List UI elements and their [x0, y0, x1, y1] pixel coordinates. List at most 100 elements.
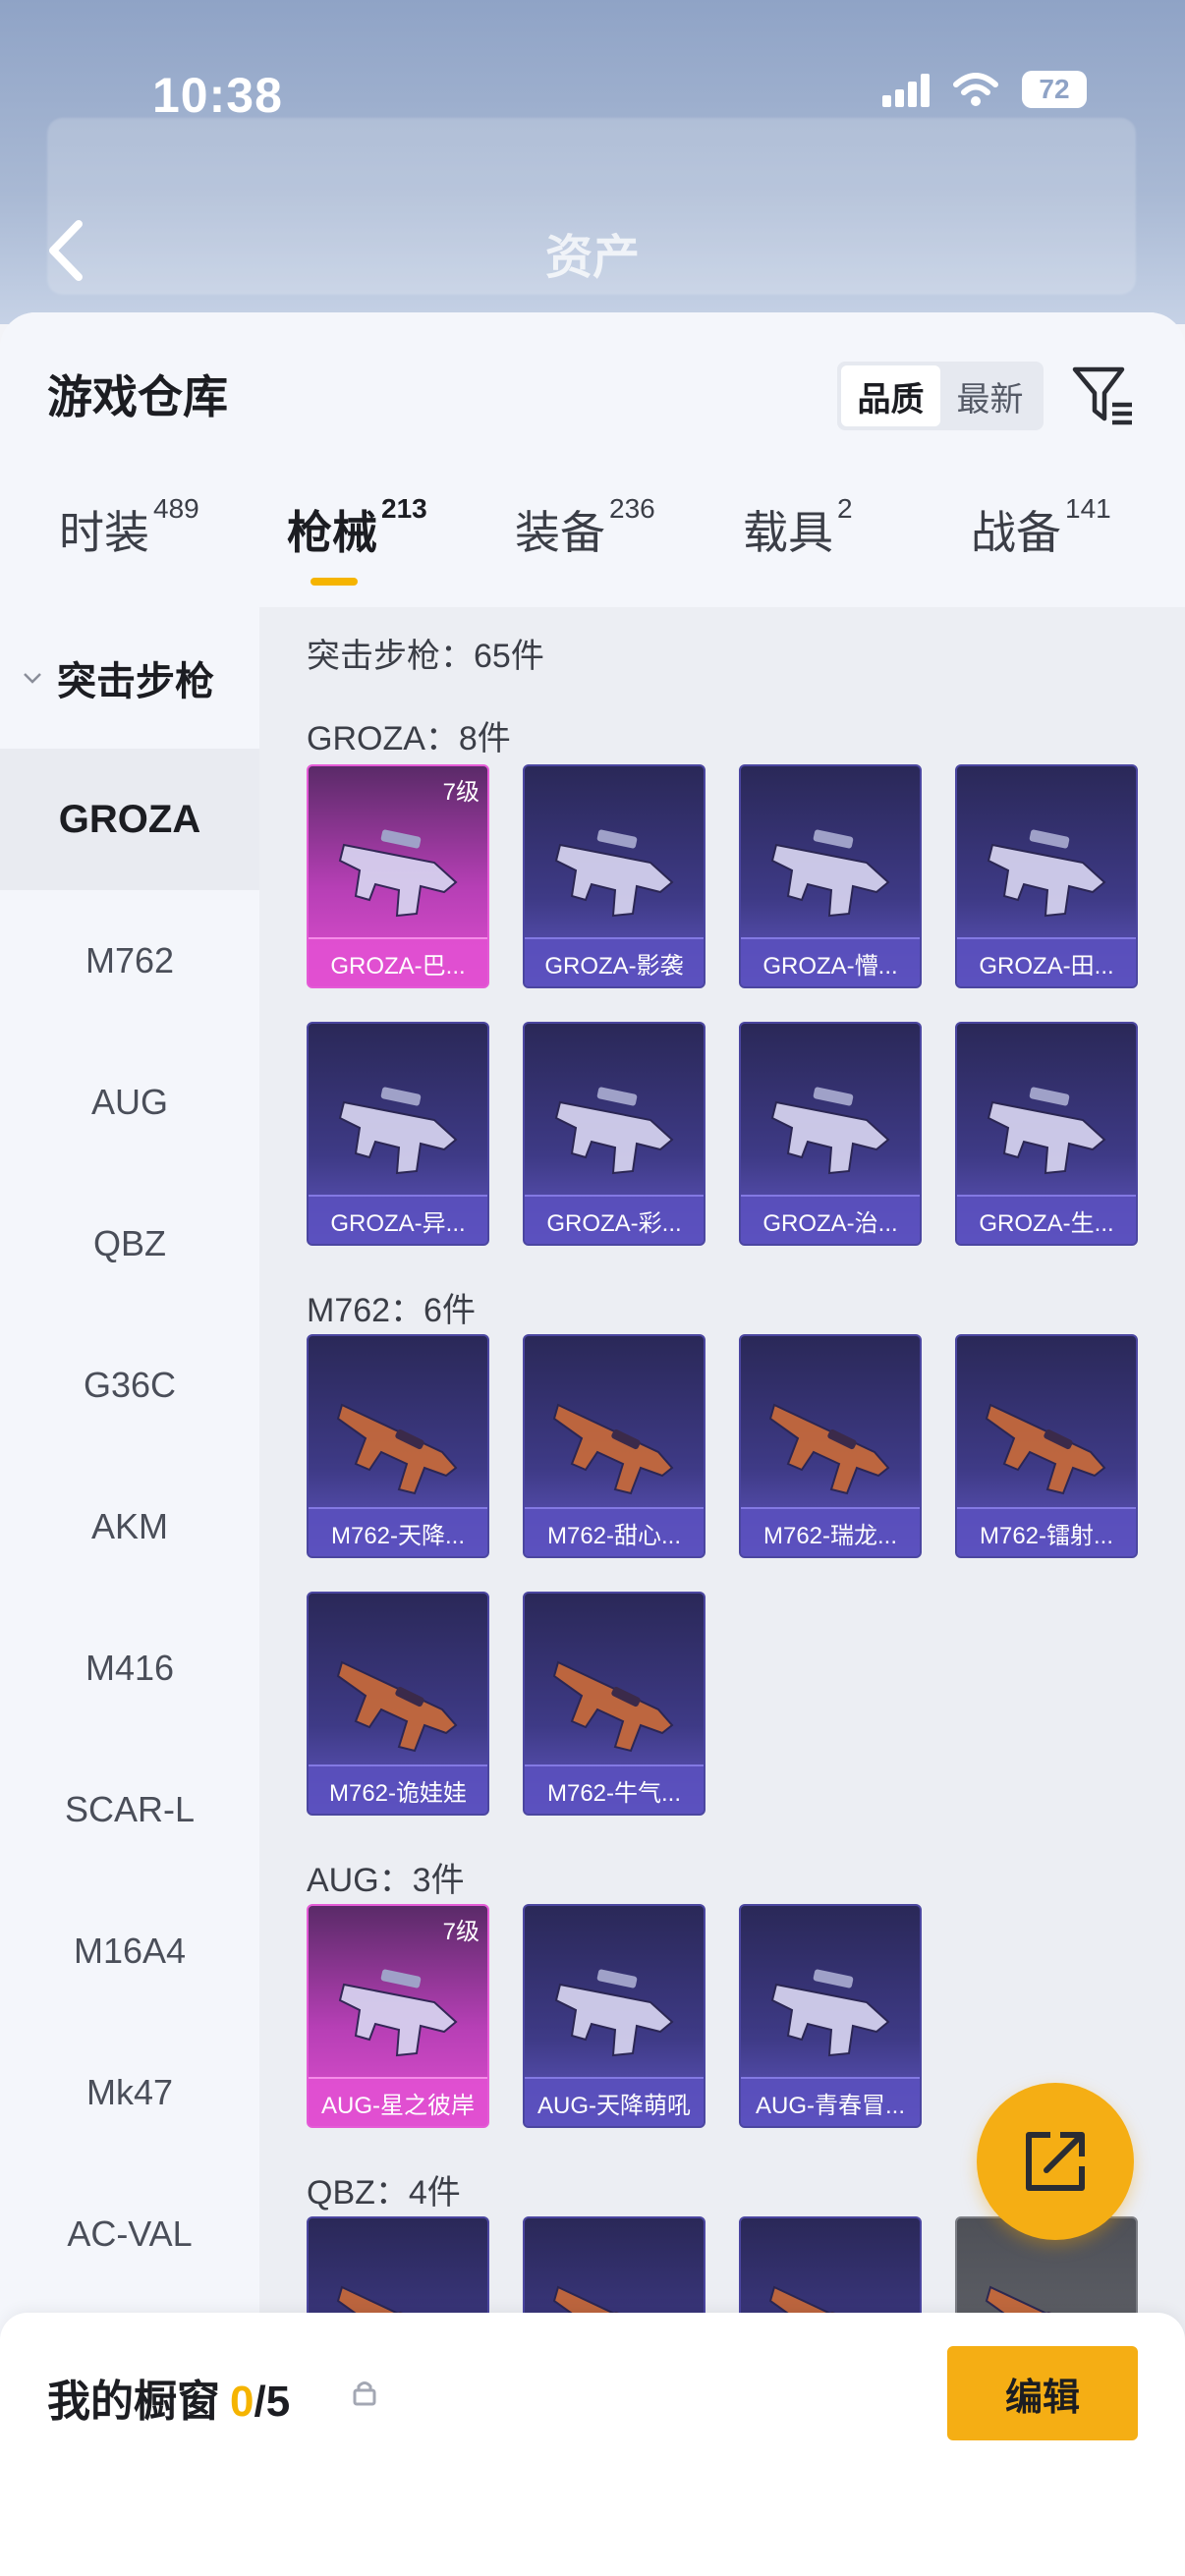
category-rail: 突击步枪 GROZA M762 AUG QBZ G36C AKM M416 SC… — [0, 607, 259, 2376]
gun-skin-icon — [771, 1967, 889, 2056]
item-name: AUG-天降萌吼 — [525, 2077, 704, 2126]
gun-skin-icon — [339, 1967, 457, 2056]
item-card[interactable]: GROZA-彩... — [523, 1022, 705, 1246]
item-card[interactable]: GROZA-异... — [307, 1022, 489, 1246]
tab-supplies[interactable]: 战备 141 — [971, 493, 1111, 562]
item-name: AUG-青春冒... — [741, 2077, 920, 2126]
item-name: M762-瑞龙... — [741, 1507, 920, 1556]
rail-item-mk47[interactable]: Mk47 — [0, 2022, 259, 2163]
tab-vehicles[interactable]: 载具 2 — [743, 493, 853, 562]
rail-item-akm[interactable]: AKM — [0, 1456, 259, 1597]
category-tabs: 时装 489 枪械 213 装备 236 载具 2 战备 141 — [0, 493, 1185, 605]
battery-indicator: 72 — [1022, 71, 1087, 108]
item-name: AUG-星之彼岸 — [309, 2077, 487, 2126]
gun-skin-icon — [337, 1661, 457, 1752]
item-name: GROZA-生... — [957, 1195, 1136, 1244]
rail-item-m16a4[interactable]: M16A4 — [0, 1880, 259, 2022]
gun-skin-icon — [988, 827, 1105, 917]
status-icons: 72 — [882, 71, 1087, 108]
gun-skin-icon — [337, 1404, 457, 1494]
category-summary: 突击步枪：65件 — [307, 638, 544, 675]
item-name: GROZA-田... — [957, 937, 1136, 986]
gun-skin-icon — [553, 1661, 673, 1752]
tab-guns[interactable]: 枪械 213 — [287, 493, 427, 562]
item-card[interactable]: AUG-青春冒... — [739, 1904, 922, 2128]
asset-header-background: 10:38 72 资产 — [0, 0, 1185, 324]
rail-item-scar-l[interactable]: SCAR-L — [0, 1739, 259, 1880]
gun-skin-icon — [555, 827, 673, 917]
warehouse-title: 游戏仓库 — [47, 371, 228, 422]
gun-skin-icon — [986, 1404, 1105, 1494]
rail-item-ac-val[interactable]: AC-VAL — [0, 2163, 259, 2305]
rail-item-aug[interactable]: AUG — [0, 1032, 259, 1173]
item-name: GROZA-异... — [309, 1195, 487, 1244]
item-name: M762-牛气... — [525, 1764, 704, 1814]
active-tab-indicator — [310, 578, 358, 586]
item-card[interactable]: M762-镭射... — [955, 1334, 1138, 1558]
gun-skin-icon — [769, 1404, 889, 1494]
item-card[interactable]: 7级 GROZA-巴... — [307, 764, 489, 988]
lock-icon — [353, 2381, 376, 2406]
item-card[interactable]: AUG-天降萌吼 — [523, 1904, 705, 2128]
page-title: 资产 — [544, 232, 640, 284]
level-badge: 7级 — [442, 779, 480, 806]
item-name: M762-甜心... — [525, 1507, 704, 1556]
rail-item-m416[interactable]: M416 — [0, 1597, 259, 1739]
sort-quality-button[interactable]: 品质 — [841, 365, 940, 426]
tab-fashion[interactable]: 时装 489 — [59, 493, 199, 562]
filter-icon[interactable] — [1069, 362, 1138, 430]
tab-equipment[interactable]: 装备 236 — [515, 493, 655, 562]
warehouse-header: 游戏仓库 品质 最新 时装 489 枪械 213 装备 236 载具 2 战备 141 — [0, 312, 1185, 607]
rail-group-assault-rifle[interactable]: 突击步枪 — [0, 607, 259, 749]
share-button[interactable] — [977, 2083, 1134, 2240]
item-card[interactable]: GROZA-田... — [955, 764, 1138, 988]
item-card[interactable]: 7级 AUG-星之彼岸 — [307, 1904, 489, 2128]
item-name: M762-诡娃娃 — [309, 1764, 487, 1814]
item-name: M762-镭射... — [957, 1507, 1136, 1556]
item-card[interactable]: M762-诡娃娃 — [307, 1592, 489, 1816]
showcase-title: 我的橱窗 0 /5 — [47, 2378, 291, 2426]
share-icon — [1026, 2132, 1085, 2191]
wifi-icon — [953, 73, 998, 106]
gun-skin-icon — [553, 1404, 673, 1494]
rail-item-qbz[interactable]: QBZ — [0, 1173, 259, 1315]
section-heading-m762: M762：6件 — [307, 1292, 476, 1329]
warehouse-sheet: 游戏仓库 品质 最新 时装 489 枪械 213 装备 236 载具 2 战备 141 突… — [0, 312, 1185, 2576]
edit-button[interactable]: 编辑 — [947, 2346, 1138, 2440]
item-card[interactable]: GROZA-治... — [739, 1022, 922, 1246]
item-card[interactable]: GROZA-影袭 — [523, 764, 705, 988]
section-heading-groza: GROZA：8件 — [307, 720, 511, 757]
level-badge: 7级 — [442, 1919, 480, 1945]
status-time: 10:38 — [152, 68, 283, 123]
rail-item-m762[interactable]: M762 — [0, 890, 259, 1032]
gun-skin-icon — [771, 827, 889, 917]
chevron-down-icon — [24, 673, 41, 684]
item-card[interactable]: M762-瑞龙... — [739, 1334, 922, 1558]
item-name: GROZA-懵... — [741, 937, 920, 986]
signal-icon — [882, 72, 930, 107]
rail-item-g36c[interactable]: G36C — [0, 1315, 259, 1456]
item-card[interactable]: M762-牛气... — [523, 1592, 705, 1816]
gun-skin-icon — [555, 1085, 673, 1174]
gun-skin-icon — [771, 1085, 889, 1174]
section-heading-aug: AUG：3件 — [307, 1862, 465, 1899]
item-card[interactable]: M762-甜心... — [523, 1334, 705, 1558]
item-card[interactable]: M762-天降... — [307, 1334, 489, 1558]
section-heading-qbz: QBZ：4件 — [307, 2174, 461, 2212]
rail-item-groza[interactable]: GROZA — [0, 749, 259, 890]
showcase-count: 0 — [230, 2378, 254, 2426]
gun-skin-icon — [339, 1085, 457, 1174]
item-card[interactable]: GROZA-生... — [955, 1022, 1138, 1246]
sort-latest-button[interactable]: 最新 — [940, 365, 1040, 426]
gun-skin-icon — [339, 827, 457, 917]
item-name: M762-天降... — [309, 1507, 487, 1556]
item-name: GROZA-影袭 — [525, 937, 704, 986]
gun-skin-icon — [988, 1085, 1105, 1174]
item-name: GROZA-彩... — [525, 1195, 704, 1244]
item-name: GROZA-治... — [741, 1195, 920, 1244]
item-card[interactable]: GROZA-懵... — [739, 764, 922, 988]
sort-toggle: 品质 最新 — [837, 362, 1044, 430]
showcase-total: /5 — [254, 2378, 291, 2426]
item-name: GROZA-巴... — [309, 937, 487, 986]
showcase-panel: 我的橱窗 0 /5 编辑 — [0, 2313, 1185, 2576]
